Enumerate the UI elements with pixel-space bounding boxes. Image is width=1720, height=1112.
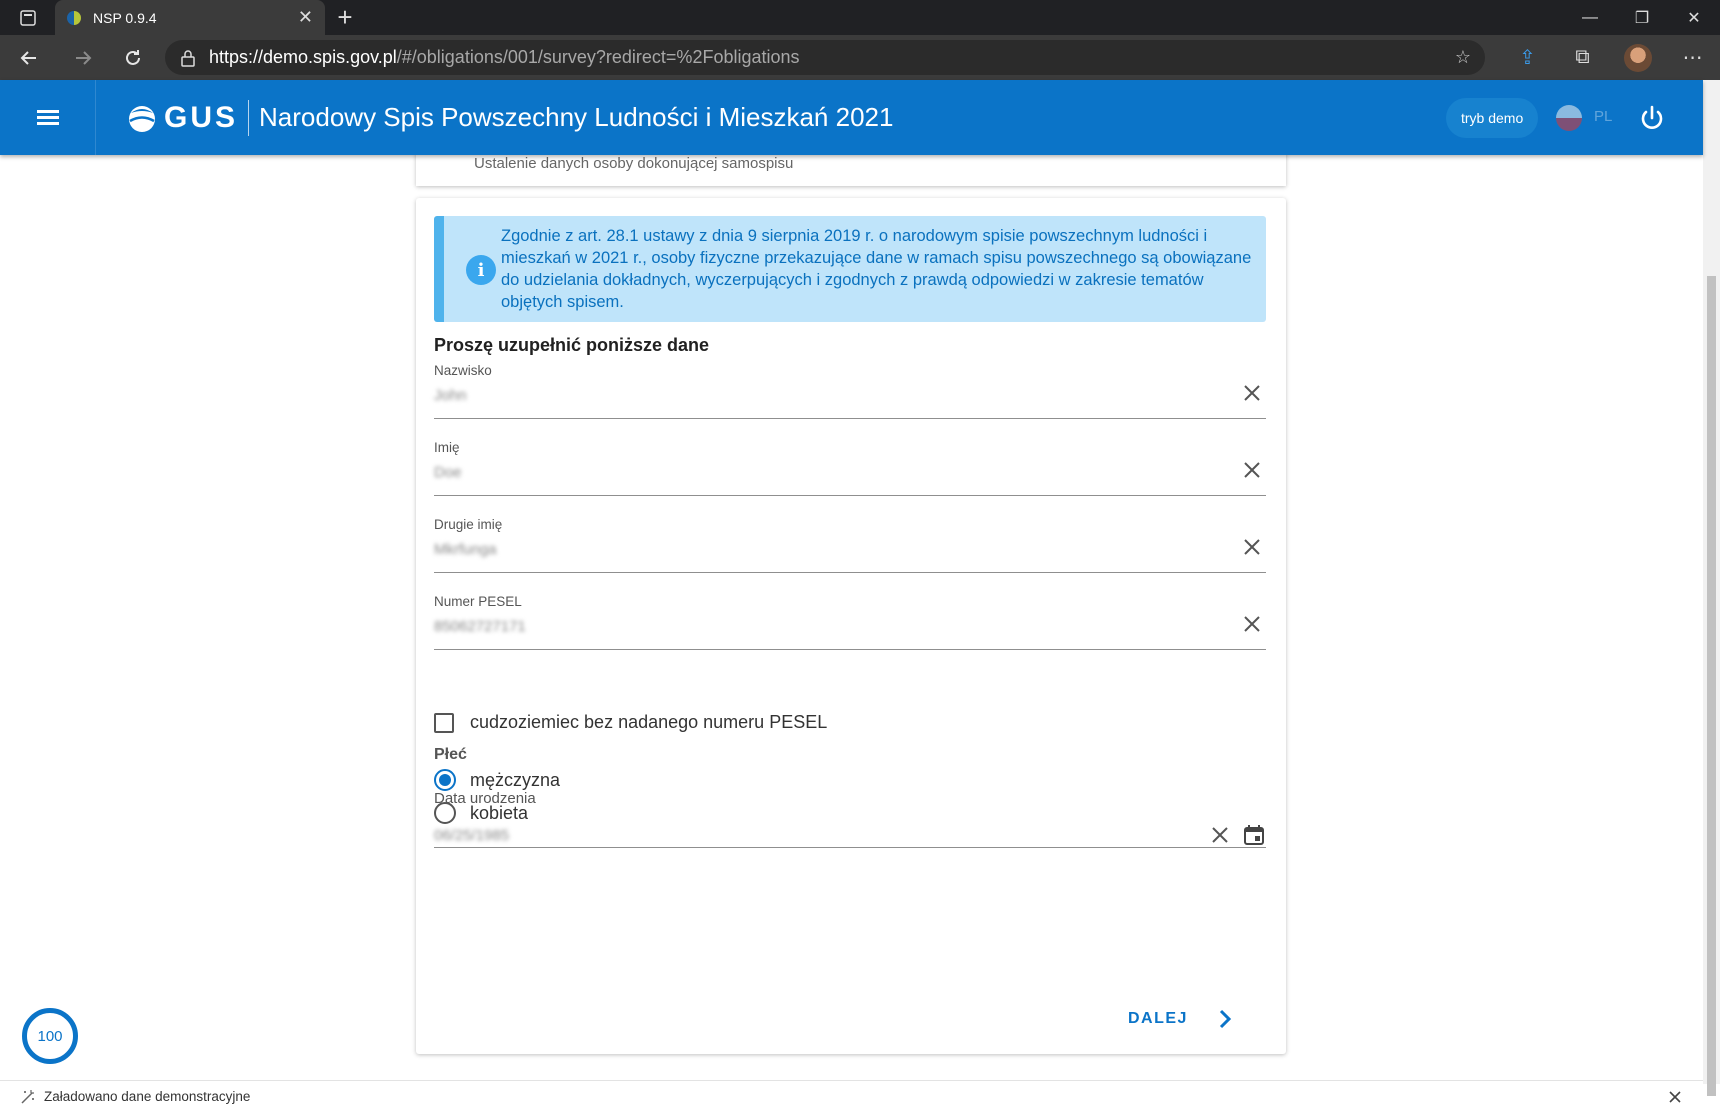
info-text: Zgodnie z art. 28.1 ustawy z dnia 9 sier…: [501, 227, 1252, 311]
info-alert: i Zgodnie z art. 28.1 ustawy z dnia 9 si…: [434, 216, 1266, 322]
new-tab-button[interactable]: +: [325, 0, 365, 35]
forward-button[interactable]: [58, 35, 108, 80]
url-host: https://demo.spis.gov.pl: [209, 47, 397, 67]
more-options-icon[interactable]: ⋯: [1665, 35, 1720, 80]
back-button[interactable]: [0, 35, 58, 80]
browser-tab-bar: NSP 0.9.4 ✕ +: [0, 0, 1720, 35]
calendar-icon[interactable]: [1242, 823, 1266, 847]
app-header: GUS Narodowy Spis Powszechny Ludności i …: [0, 80, 1703, 155]
birthdate-field[interactable]: 06/25/1985: [434, 792, 1266, 848]
notification-bar: Załadowano dane demonstracyjne: [0, 1080, 1703, 1112]
survey-form-card: i Zgodnie z art. 28.1 ustawy z dnia 9 si…: [416, 198, 1286, 1054]
browser-tab[interactable]: NSP 0.9.4 ✕: [55, 0, 325, 35]
favorite-star-icon[interactable]: ☆: [1455, 47, 1471, 68]
gus-logo-icon: [129, 105, 155, 132]
surname-field[interactable]: Nazwisko John: [434, 363, 1266, 419]
step-subtitle: Ustalenie danych osoby dokonującej samos…: [474, 155, 794, 172]
close-window-button[interactable]: ✕: [1668, 0, 1720, 35]
field-value[interactable]: Mkrfunga: [434, 541, 497, 558]
menu-button[interactable]: [0, 80, 96, 155]
field-label: Numer PESEL: [434, 594, 522, 609]
logo-text: GUS: [164, 100, 239, 134]
foreigner-checkbox[interactable]: [434, 712, 454, 733]
notification-text: Załadowano dane demonstracyjne: [44, 1089, 251, 1104]
header-divider: [248, 99, 250, 136]
url-field[interactable]: https://demo.spis.gov.pl/#/obligations/0…: [165, 40, 1485, 75]
back-arrow-icon: [20, 50, 36, 65]
gender-option-male[interactable]: mężczyzna: [434, 769, 560, 791]
collections-icon[interactable]: ⧉: [1555, 35, 1610, 80]
page-scrollbar[interactable]: [1703, 80, 1720, 1096]
restore-button[interactable]: ❐: [1616, 0, 1668, 35]
second-name-field[interactable]: Drugie imię Mkrfunga: [434, 517, 1266, 573]
pesel-field[interactable]: Numer PESEL 85062727171: [434, 594, 1266, 650]
close-icon[interactable]: [1667, 1089, 1683, 1105]
info-icon: i: [466, 255, 496, 285]
radio-button[interactable]: [434, 769, 456, 791]
url-path: /#/obligations/001/survey?redirect=%2Fob…: [396, 47, 800, 67]
clear-icon[interactable]: [1242, 614, 1262, 634]
clear-icon[interactable]: [1210, 825, 1230, 845]
progress-indicator: 100: [22, 1008, 78, 1064]
favicon-icon: [67, 10, 81, 25]
tab-title: NSP 0.9.4: [93, 9, 157, 26]
gus-logo[interactable]: GUS Narodowy Spis Powszechny Ludności i …: [128, 99, 893, 137]
clear-icon[interactable]: [1242, 460, 1262, 480]
foreigner-checkbox-row[interactable]: cudzoziemiec bez nadanego numeru PESEL: [434, 712, 827, 733]
tab-actions-icon[interactable]: [0, 0, 55, 35]
gender-label: Płeć: [434, 746, 467, 763]
first-name-field[interactable]: Imię Doe: [434, 440, 1266, 496]
tab-close-icon[interactable]: ✕: [298, 7, 313, 28]
field-label: Drugie imię: [434, 517, 503, 532]
forward-arrow-icon: [76, 50, 92, 65]
avatar: [1623, 43, 1652, 72]
demo-mode-button[interactable]: tryb demo: [1446, 98, 1539, 138]
minimize-button[interactable]: —: [1564, 0, 1616, 35]
next-button[interactable]: DALEJ: [1128, 1008, 1236, 1030]
chevron-right-icon: [1219, 1009, 1232, 1029]
field-value[interactable]: 85062727171: [434, 618, 526, 635]
browser-toolbar-right: ⇪ ⧉ ⋯: [1500, 35, 1720, 80]
address-bar: https://demo.spis.gov.pl/#/obligations/0…: [0, 35, 1720, 80]
clear-icon[interactable]: [1242, 537, 1262, 557]
app-title: Narodowy Spis Powszechny Ludności i Mies…: [259, 102, 894, 132]
polish-flag-icon[interactable]: [1556, 105, 1582, 131]
power-icon[interactable]: [1638, 104, 1666, 132]
magic-wand-icon: [21, 1089, 34, 1104]
next-button-label: DALEJ: [1128, 1010, 1188, 1027]
field-value[interactable]: 06/25/1985: [434, 827, 509, 844]
clear-icon[interactable]: [1242, 383, 1262, 403]
scrollbar-thumb[interactable]: [1707, 276, 1716, 1096]
refresh-button[interactable]: [108, 35, 158, 80]
checkbox-label: cudzoziemiec bez nadanego numeru PESEL: [470, 712, 828, 732]
profile-avatar[interactable]: [1610, 35, 1665, 80]
language-label[interactable]: PL: [1594, 108, 1612, 125]
field-value[interactable]: John: [434, 387, 467, 404]
radio-label: mężczyzna: [470, 769, 561, 790]
share-icon[interactable]: ⇪: [1500, 35, 1555, 80]
refresh-icon: [126, 49, 140, 65]
window-controls: — ❐ ✕: [1564, 0, 1720, 35]
field-label: Nazwisko: [434, 363, 492, 378]
hamburger-icon: [36, 107, 59, 128]
section-title: Proszę uzupełnić poniższe dane: [434, 335, 710, 355]
field-label: Imię: [434, 440, 460, 455]
field-value[interactable]: Doe: [434, 464, 462, 481]
lock-icon: [181, 49, 195, 67]
